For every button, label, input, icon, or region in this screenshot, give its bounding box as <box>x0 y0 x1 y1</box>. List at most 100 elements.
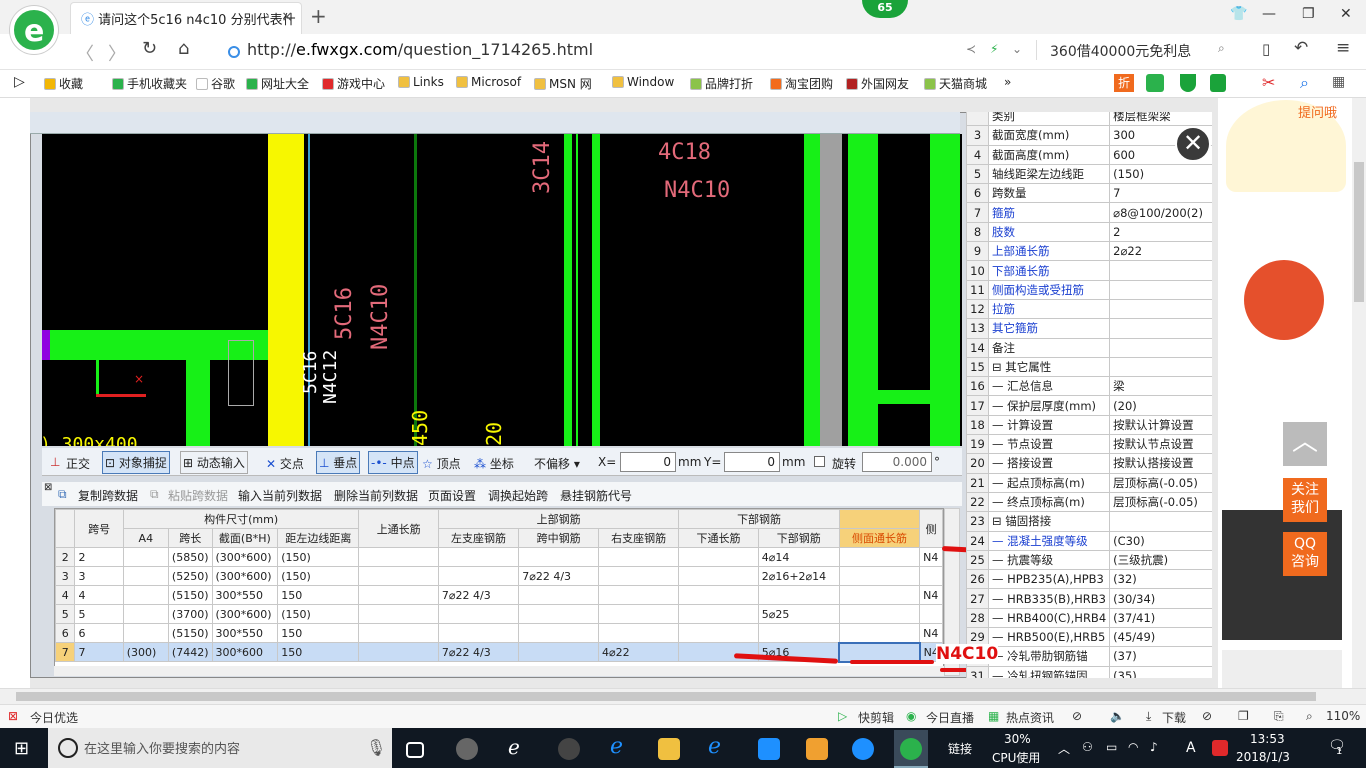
property-value[interactable]: 梁 <box>1109 376 1215 397</box>
property-value[interactable] <box>1109 279 1215 300</box>
cell-left[interactable]: 7⌀22 4/3 <box>437 585 520 605</box>
close-image-button[interactable]: ✕ <box>1175 126 1211 162</box>
cell-side[interactable] <box>838 623 921 643</box>
bookmark-10[interactable]: 淘宝团购 <box>770 75 833 92</box>
windows-start-icon[interactable]: ⊞ <box>14 738 29 759</box>
window-icon[interactable]: ❐ <box>1238 709 1249 723</box>
hanging-rebar-button[interactable]: 悬挂钢筋代号 <box>560 487 632 504</box>
notes-app-icon[interactable] <box>806 738 828 760</box>
back-icon[interactable]: 〈 <box>76 40 94 66</box>
cell-x[interactable] <box>919 604 943 624</box>
property-row[interactable]: 类别 楼层框架梁 <box>966 112 1215 127</box>
scissors-icon[interactable]: ✂ <box>1262 73 1275 92</box>
file-explorer-icon[interactable] <box>658 738 680 760</box>
speed-status-icon[interactable]: ⊘ <box>1072 709 1082 723</box>
qr-code[interactable] <box>1222 650 1342 688</box>
cell-sec[interactable]: 300*600 <box>211 642 279 662</box>
cell-bottom[interactable]: 2⌀16+2⌀14 <box>757 566 840 586</box>
volume-icon[interactable]: 🔈 <box>1110 709 1125 723</box>
property-value[interactable]: (20) <box>1109 395 1215 416</box>
cell-mid[interactable] <box>518 547 599 567</box>
battery-icon[interactable]: ▭ <box>1106 740 1117 754</box>
cell-side[interactable] <box>838 585 921 605</box>
property-row[interactable]: 19— 节点设置 按默认节点设置 <box>966 434 1215 455</box>
shield-icon[interactable] <box>1180 74 1196 92</box>
daily-picks[interactable]: 今日优选 <box>30 709 78 726</box>
dynamic-input-toggle[interactable]: ⊞ 动态输入 <box>180 451 248 474</box>
tray-expand-icon[interactable]: ︿ <box>1058 740 1070 757</box>
search-tool-icon[interactable]: ⌕ <box>1300 73 1309 93</box>
app-spiral-icon[interactable] <box>558 738 580 760</box>
cell-right[interactable] <box>597 604 680 624</box>
property-value[interactable]: 按默认节点设置 <box>1109 434 1215 455</box>
property-value[interactable]: (30/34) <box>1109 588 1215 609</box>
midpoint-snap[interactable]: -•- 中点 <box>368 451 418 474</box>
paste-span-button[interactable]: 粘贴跨数据 <box>168 487 228 504</box>
cell-span[interactable]: 3 <box>74 566 124 586</box>
quick-edit[interactable]: 快剪辑 <box>858 709 894 726</box>
property-row[interactable]: 14 备注 <box>966 337 1215 358</box>
cell-bottom[interactable]: 5⌀25 <box>757 604 840 624</box>
cell-mid[interactable] <box>518 604 599 624</box>
cell-span[interactable]: 2 <box>74 547 124 567</box>
bookmark-12[interactable]: 天猫商城 <box>924 75 987 92</box>
x-input[interactable]: 0 <box>620 452 676 472</box>
ie-e-icon[interactable]: ℯ <box>508 735 530 759</box>
cell-side[interactable] <box>838 547 921 567</box>
cell-x[interactable]: N4 <box>919 547 943 567</box>
cell-top[interactable] <box>358 642 439 662</box>
cell-mid[interactable] <box>518 642 599 662</box>
property-value[interactable]: (32) <box>1109 569 1215 590</box>
mobile-icon[interactable]: ▯ <box>1262 40 1270 58</box>
new-tab-button[interactable]: + <box>310 4 327 28</box>
cell-left[interactable] <box>437 604 520 624</box>
browser-tab[interactable]: ⓔ 请问这个5c16 n4c10 分别代表什 × <box>70 2 302 34</box>
property-row[interactable]: 30— 冷轧带肋钢筋锚(37) <box>966 646 1215 667</box>
cell-right[interactable]: 4⌀22 <box>597 642 680 662</box>
property-row[interactable]: 11 侧面构造或受扭筋 <box>966 279 1215 300</box>
cell-bthru[interactable] <box>678 604 759 624</box>
table-row[interactable]: 5 5 (3700) (300*600) (150) 5⌀25 <box>55 604 943 624</box>
link-label[interactable]: 链接 <box>948 740 972 757</box>
close-window-icon[interactable]: ✕ <box>1340 6 1352 22</box>
cell-bthru[interactable] <box>678 623 759 643</box>
property-value[interactable] <box>1109 356 1215 378</box>
cell-a4[interactable]: (300) <box>122 642 169 662</box>
perpendicular-snap[interactable]: ⊥ 垂点 <box>316 451 361 474</box>
y-input[interactable]: 0 <box>724 452 780 472</box>
property-panel[interactable]: 类别 楼层框架梁 3 截面宽度(mm) 300 4 截面高度(mm) 600 5 轴线距梁左边线距… <box>966 112 1216 678</box>
cell-bottom[interactable] <box>757 585 840 605</box>
cell-mid[interactable]: 7⌀22 4/3 <box>518 566 599 586</box>
search-suggestion[interactable]: 360借40000元免利息 <box>1050 41 1191 61</box>
property-row[interactable]: 12 拉筋 <box>966 298 1215 320</box>
cell-left[interactable] <box>437 623 520 643</box>
span-data-grid[interactable]: 跨号 构件尺寸(mm) 上通长筋 上部钢筋 下部钢筋 侧 A4 跨长 截面(B*… <box>54 508 944 676</box>
property-row[interactable]: 9 上部通长筋 2⌀22 <box>966 241 1215 262</box>
property-row[interactable]: 21— 起点顶标高(m) 层顶标高(-0.05) <box>966 472 1215 493</box>
property-row[interactable]: 17— 保护层厚度(mm) (20) <box>966 395 1215 416</box>
bookmark-1[interactable]: 手机收藏夹 <box>112 75 187 92</box>
cell-side[interactable] <box>838 641 921 663</box>
cell-len[interactable]: (5850) <box>167 547 213 567</box>
download-button[interactable]: 下载 <box>1162 709 1186 726</box>
input-column-button[interactable]: 输入当前列数据 <box>238 487 322 504</box>
back-to-top-button[interactable]: ︿ <box>1283 422 1327 466</box>
cell-sec[interactable]: 300*550 <box>211 585 279 605</box>
refresh-icon[interactable]: ↻ <box>142 38 157 59</box>
property-row[interactable]: 25— 抗震等级 (三级抗震) <box>966 549 1215 571</box>
cell-a4[interactable] <box>122 547 169 567</box>
cell-left[interactable] <box>437 566 520 586</box>
cell-len[interactable]: (3700) <box>167 604 213 624</box>
property-row[interactable]: 16— 汇总信息梁 <box>966 376 1215 397</box>
people-icon[interactable]: ⚇ <box>1082 740 1093 754</box>
table-row[interactable]: 4 4 (5150) 300*550 150 7⌀22 4/3 N4 <box>55 585 943 605</box>
cell-span[interactable]: 4 <box>74 585 124 605</box>
cell-dist[interactable]: 150 <box>277 642 360 662</box>
security-tray-icon[interactable] <box>1212 740 1228 756</box>
bookmark-5[interactable]: Links <box>398 75 444 89</box>
cell-bthru[interactable] <box>678 585 759 605</box>
property-row[interactable]: 20— 搭接设置 按默认搭接设置 <box>966 453 1215 474</box>
sidebar-toggle-icon[interactable]: ▷ <box>14 74 25 90</box>
property-row[interactable]: 7 箍筋 ⌀8@100/200(2) <box>966 202 1215 223</box>
vertex-snap[interactable]: ☆ 顶点 <box>422 455 461 472</box>
